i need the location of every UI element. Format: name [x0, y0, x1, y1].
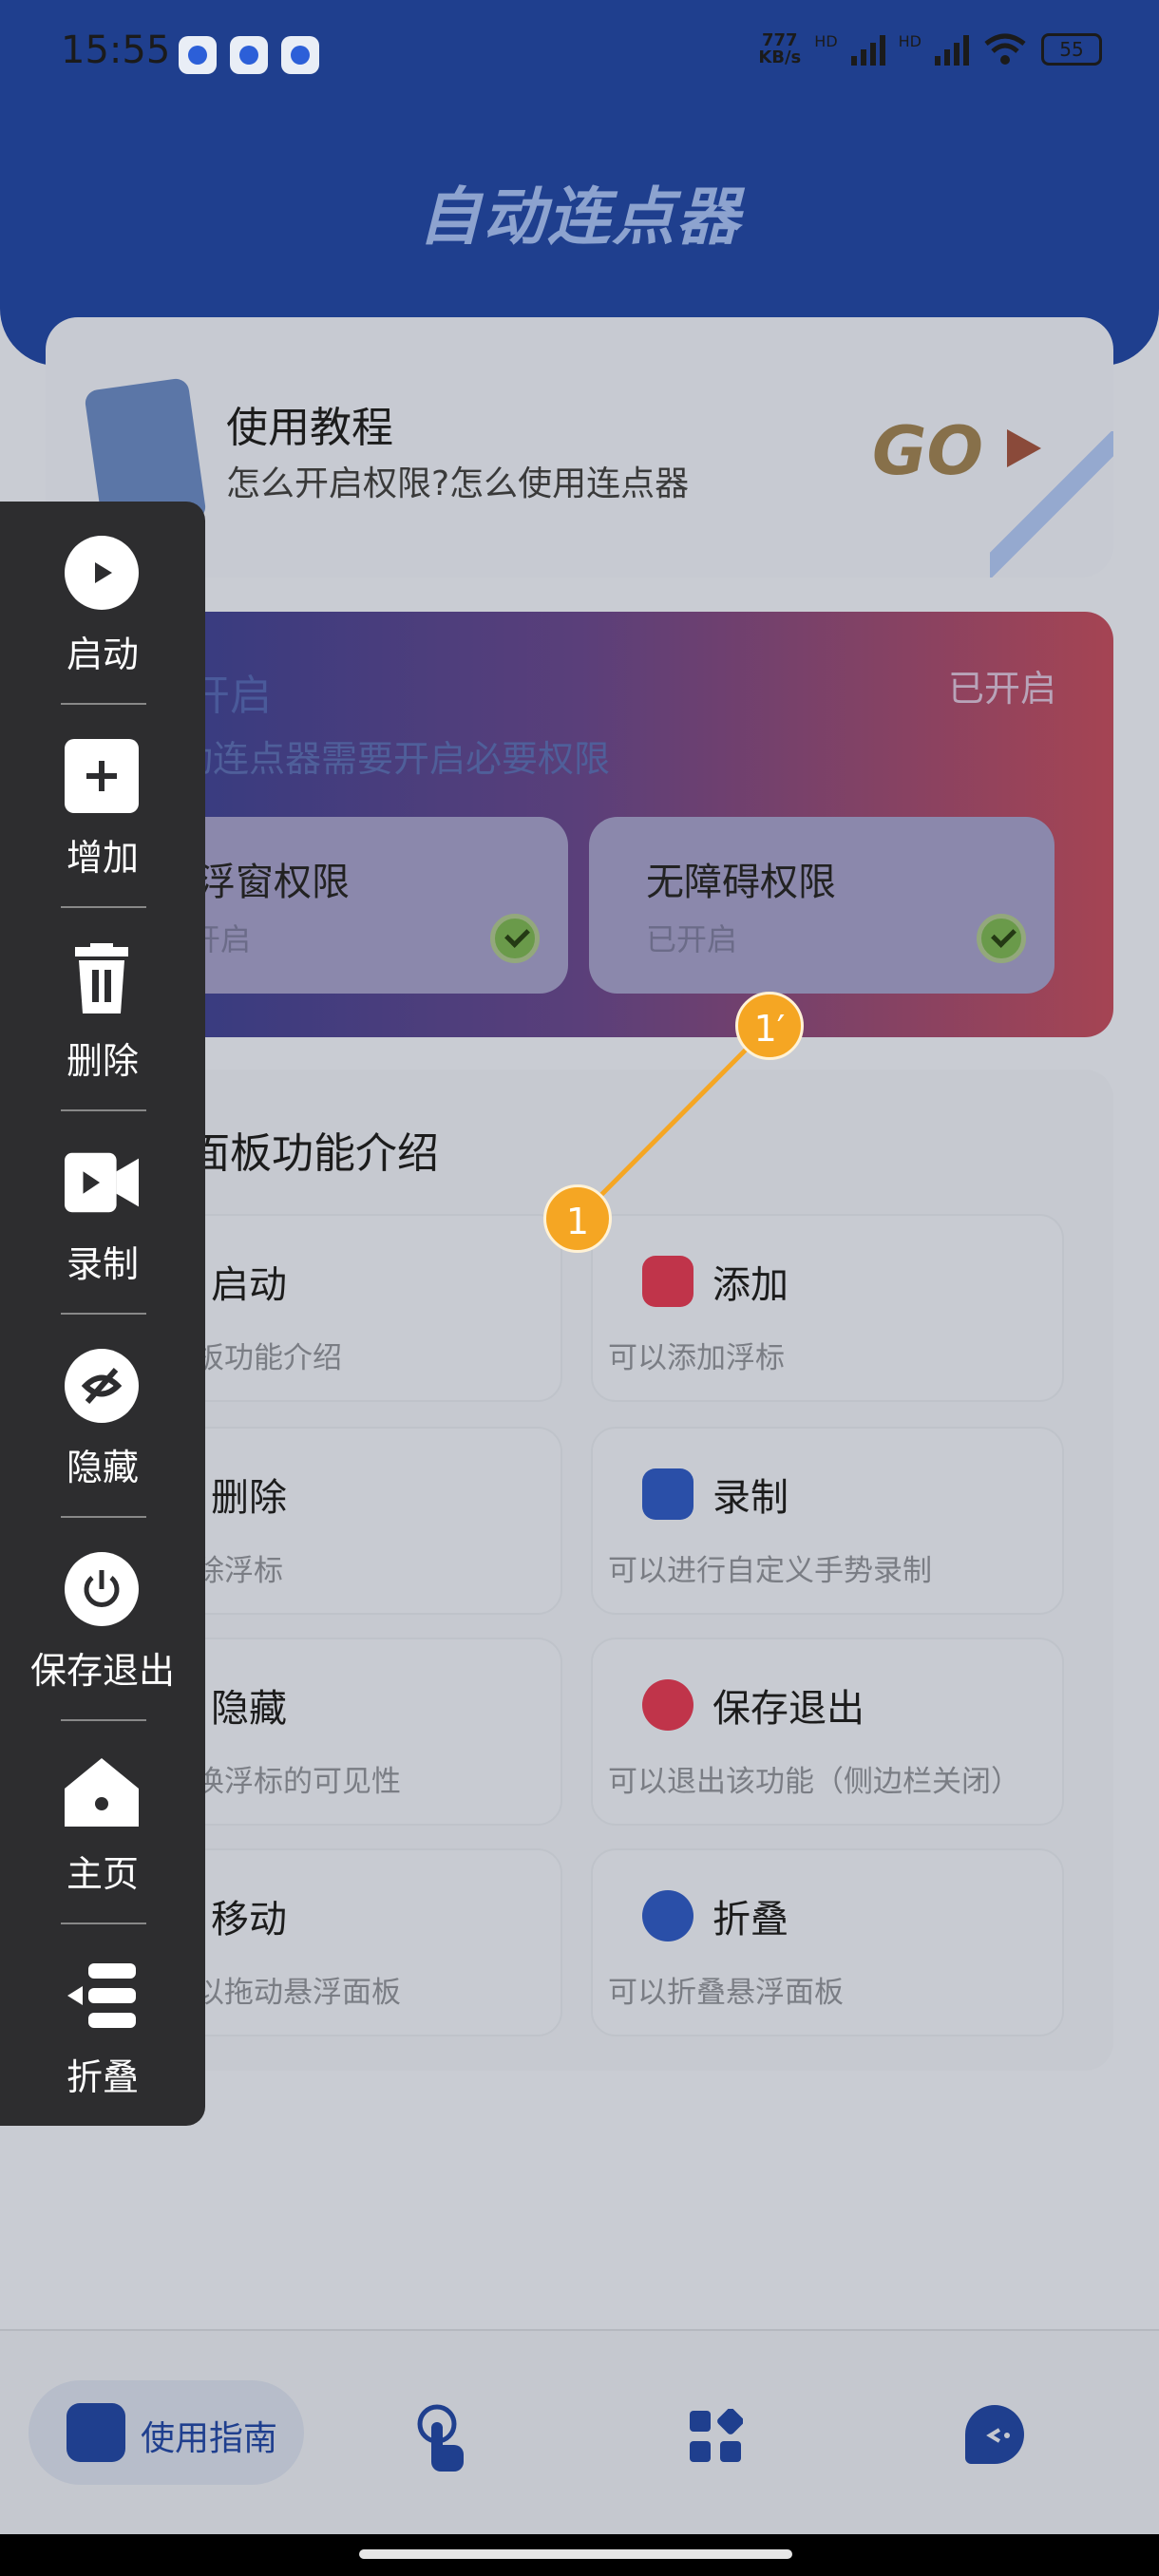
feature-title: 添加 [712, 1263, 788, 1307]
floating-control-panel: 启动 增加 删除 录制 隐藏 保存退出 主页 折叠 [0, 502, 205, 2126]
panel-label: 隐藏 [66, 1447, 139, 1488]
check-icon [490, 914, 540, 963]
check-icon [977, 914, 1026, 963]
panel-label: 启动 [66, 634, 139, 675]
status-time: 15:55 [61, 28, 171, 72]
signal-icon [850, 33, 885, 66]
notification-app-icon [179, 36, 217, 74]
panel-label: 增加 [66, 837, 139, 879]
signal-icon [935, 33, 969, 66]
feature-title: 移动 [211, 1898, 287, 1941]
nav-tab-clicker[interactable] [410, 2403, 469, 2472]
panel-save-exit-button[interactable]: 保存退出 [0, 1518, 205, 1721]
panel-label: 保存退出 [29, 1650, 175, 1692]
feature-save-exit: 保存退出 可以退出该功能（侧边栏关闭） [591, 1638, 1064, 1826]
nav-tab-apps[interactable] [688, 2408, 747, 2468]
feature-record: 录制 可以进行自定义手势录制 [591, 1427, 1064, 1615]
plus-icon [642, 1256, 694, 1307]
feature-title: 保存退出 [712, 1687, 864, 1731]
collapse-icon [642, 1890, 694, 1941]
power-icon [65, 1552, 139, 1626]
panel-delete-button[interactable]: 删除 [0, 908, 205, 1111]
feature-desc: 可以进行自定义手势录制 [608, 1554, 932, 1588]
network-speed: 777 KB/s [758, 30, 802, 67]
tap-marker-start[interactable]: 1 [543, 1184, 612, 1253]
hd-badge: HD [898, 32, 922, 50]
decorative-stripe [990, 431, 1113, 578]
panel-label: 主页 [66, 1853, 139, 1895]
feature-desc: 可以退出该功能（侧边栏关闭） [608, 1765, 1020, 1799]
notification-app-icon [281, 36, 319, 74]
panel-label: 折叠 [66, 2056, 139, 2098]
feature-title: 折叠 [712, 1898, 788, 1941]
nav-guide-label: 使用指南 [141, 2419, 278, 2458]
feature-desc: 可以添加浮标 [608, 1341, 785, 1375]
home-icon [65, 1755, 139, 1829]
trash-icon [65, 942, 139, 1016]
notification-app-icon [230, 36, 268, 74]
panel-record-button[interactable]: 录制 [0, 1111, 205, 1315]
accessibility-permission-box[interactable]: 无障碍权限 已开启 [589, 817, 1054, 994]
play-icon [65, 536, 139, 610]
nav-tab-guide[interactable]: 使用指南 [28, 2380, 304, 2485]
panel-collapse-button[interactable]: 折叠 [0, 1924, 205, 2128]
feature-title: 启动 [211, 1263, 287, 1307]
hd-badge: HD [814, 32, 838, 50]
guide-icon [66, 2403, 125, 2462]
panel-home-button[interactable]: 主页 [0, 1721, 205, 1924]
panel-label: 删除 [66, 1040, 139, 1082]
feature-add: 添加 可以添加浮标 [591, 1214, 1064, 1402]
power-icon [642, 1679, 694, 1731]
panel-start-button[interactable]: 启动 [0, 502, 205, 705]
wifi-icon [984, 33, 1026, 65]
tap-hand-icon [417, 2404, 464, 2472]
panel-label: 录制 [66, 1243, 139, 1285]
go-label: GO [872, 412, 983, 490]
feature-title: 删除 [211, 1476, 287, 1520]
nav-tab-profile[interactable] [965, 2405, 1024, 2464]
home-indicator[interactable] [359, 2549, 792, 2559]
tutorial-card[interactable]: 使用教程 怎么开启权限?怎么使用连点器 GO [46, 317, 1113, 578]
apps-grid-icon [690, 2408, 744, 2462]
permission-card: 权限开启 已开启 用自动连点器需要开启必要权限 悬浮窗权限 已开启 无障碍权限 … [46, 612, 1113, 1037]
feature-collapse: 折叠 可以折叠悬浮面板 [591, 1848, 1064, 2036]
permission-item-status: 已开启 [646, 921, 738, 957]
profile-face-icon [986, 2428, 1010, 2443]
tutorial-title: 使用教程 [226, 404, 393, 452]
plus-icon [65, 739, 139, 813]
status-bar: 15:55 777 KB/s HD HD 55 [0, 0, 1159, 109]
feature-title: 录制 [712, 1476, 788, 1520]
record-icon [642, 1468, 694, 1520]
collapse-icon [65, 1959, 139, 2033]
feature-desc: 可以折叠悬浮面板 [608, 1976, 844, 2010]
system-navigation-bar [0, 2534, 1159, 2576]
panel-add-button[interactable]: 增加 [0, 705, 205, 908]
hide-icon [65, 1349, 139, 1423]
panel-hide-button[interactable]: 隐藏 [0, 1315, 205, 1518]
record-icon [65, 1146, 139, 1220]
tap-marker-end[interactable]: 1′ [735, 992, 804, 1060]
battery-icon: 55 [1041, 33, 1102, 66]
bottom-navigation: 使用指南 [0, 2329, 1159, 2534]
app-screen: 15:55 777 KB/s HD HD 55 自动连点器 使用教程 怎么开启权限… [0, 0, 1159, 2576]
feature-title: 隐藏 [211, 1687, 287, 1731]
permission-status: 已开启 [947, 668, 1056, 710]
permission-item-title: 无障碍权限 [646, 861, 836, 904]
tutorial-subtitle: 怎么开启权限?怎么使用连点器 [226, 464, 690, 503]
app-title: 自动连点器 [418, 180, 741, 254]
status-indicators: 777 KB/s HD HD 55 [758, 32, 1102, 66]
